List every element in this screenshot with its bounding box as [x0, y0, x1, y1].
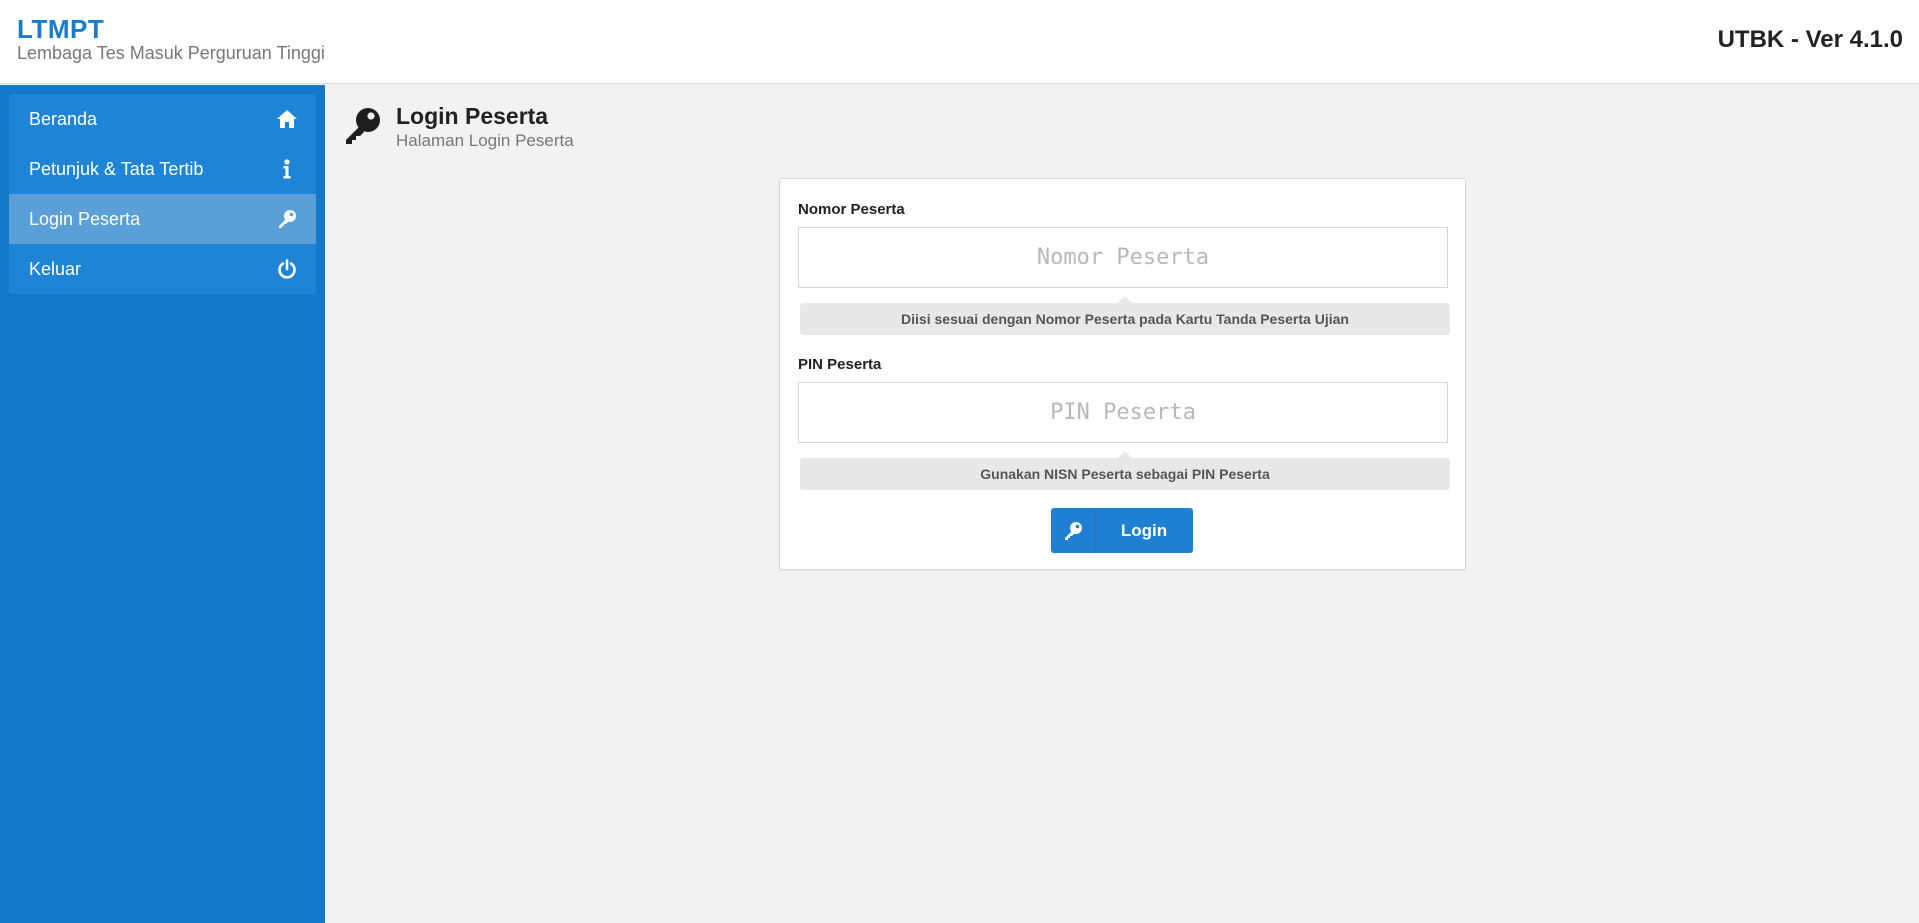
sidebar-item-keluar[interactable]: Keluar: [9, 244, 316, 294]
brand-title: LTMPT: [17, 14, 105, 44]
pin-peserta-input[interactable]: [798, 382, 1448, 443]
page-title: Login Peserta: [396, 103, 549, 129]
nomor-peserta-label: Nomor Peserta: [798, 201, 905, 218]
sidebar-item-label: Login Peserta: [29, 208, 141, 229]
page-subtitle: Halaman Login Peserta: [396, 131, 574, 150]
sidebar: Beranda Petunjuk & Tata Tertib Login Pes…: [0, 85, 325, 923]
sidebar-item-label: Keluar: [29, 258, 82, 279]
page-key-icon: [343, 106, 383, 146]
home-icon: [276, 108, 298, 130]
key-icon: [276, 208, 298, 230]
top-header: LTMPT Lembaga Tes Masuk Perguruan Tinggi…: [0, 0, 1919, 84]
sidebar-item-login-peserta[interactable]: Login Peserta: [9, 194, 316, 244]
sidebar-item-label: Petunjuk & Tata Tertib: [29, 158, 204, 179]
sidebar-item-beranda[interactable]: Beranda: [9, 94, 316, 144]
key-icon: [1051, 508, 1095, 553]
login-card: Nomor Peserta Diisi sesuai dengan Nomor …: [779, 178, 1466, 570]
nomor-peserta-input[interactable]: [798, 227, 1448, 288]
pin-peserta-hint: Gunakan NISN Peserta sebagai PIN Peserta: [800, 451, 1450, 490]
info-icon: [276, 158, 298, 180]
login-button-label: Login: [1120, 520, 1168, 540]
sidebar-nav: Beranda Petunjuk & Tata Tertib Login Pes…: [9, 94, 316, 294]
nomor-peserta-hint: Diisi sesuai dengan Nomor Peserta pada K…: [800, 296, 1450, 335]
login-button[interactable]: Login: [1051, 508, 1193, 553]
sidebar-item-label: Beranda: [29, 108, 98, 129]
sidebar-item-petunjuk[interactable]: Petunjuk & Tata Tertib: [9, 144, 316, 194]
pin-peserta-label: PIN Peserta: [798, 356, 882, 373]
power-icon: [276, 258, 298, 280]
brand-subtitle: Lembaga Tes Masuk Perguruan Tinggi: [17, 43, 325, 63]
version-label: UTBK - Ver 4.1.0: [1717, 26, 1903, 53]
